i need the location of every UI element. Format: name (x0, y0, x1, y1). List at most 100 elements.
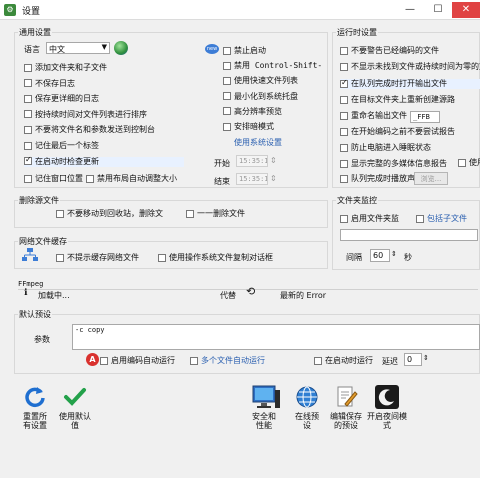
checkbox[interactable] (24, 155, 32, 166)
checkbox[interactable] (186, 209, 194, 218)
general-option[interactable]: 在启动时检查更新 (24, 155, 184, 167)
include-subfolders-option[interactable]: 包括子文件 (416, 214, 467, 224)
autorun-a-icon: A (86, 353, 99, 366)
default-preset-title: 默认预设 (18, 309, 52, 320)
checkbox[interactable] (458, 158, 466, 167)
runtime-option[interactable]: 不显示未找到文件或持续时间为零的文 (340, 62, 480, 72)
network-cache-title: 网络文件缓存 (18, 236, 68, 247)
delete-one-by-one-option[interactable]: 一一删除文件 (186, 209, 245, 219)
maximize-button[interactable]: ☐ (424, 2, 452, 18)
rename-suffix-input[interactable]: _FFB (410, 111, 440, 123)
general-right-option[interactable]: 使用快速文件列表 (223, 76, 323, 86)
end-time-input[interactable]: 15:35:1 (236, 173, 268, 185)
button-label: 安全和 性能 (252, 412, 276, 430)
checkbox[interactable] (340, 174, 348, 183)
checkbox[interactable] (340, 95, 348, 104)
checkbox[interactable] (100, 356, 108, 365)
general-right-option[interactable]: 禁用 Control-Shift-P (223, 61, 323, 71)
language-select[interactable]: 中文 ▼ (46, 42, 110, 54)
no-cache-prompt-option[interactable]: 不提示缓存网络文件 (56, 253, 139, 263)
use-default-button[interactable]: 使用默认 值 (56, 384, 94, 430)
general-right-option[interactable]: 最小化到系统托盘 (223, 92, 323, 102)
checkbox[interactable] (223, 46, 231, 55)
general-right-option[interactable]: 禁止启动 (223, 46, 323, 56)
runtime-option[interactable]: 显示完整的多媒体信息报告 (340, 159, 456, 169)
checkbox[interactable] (24, 141, 32, 150)
close-button[interactable]: ✕ (452, 2, 480, 18)
interval-label: 间隔 (346, 253, 362, 262)
params-textarea[interactable]: -c copy (72, 324, 480, 350)
disable-auto-layout-option[interactable]: 禁用布局自动调整大小 (86, 174, 177, 184)
checkbox[interactable] (223, 61, 231, 70)
os-copy-dialog-option[interactable]: 使用操作系统文件复制对话框 (158, 253, 273, 263)
checkbox[interactable] (340, 62, 348, 71)
checkbox[interactable] (340, 143, 348, 152)
general-option[interactable]: 保存更详细的日志 (24, 94, 99, 104)
system-settings-link[interactable]: 使用系统设置 (234, 137, 282, 148)
checkbox[interactable] (24, 174, 32, 183)
runtime-option[interactable]: 在队列完成时打开输出文件 (340, 79, 480, 89)
checkbox[interactable] (314, 356, 322, 365)
edit-saved-presets-button[interactable]: 编辑保存 的预设 (326, 384, 366, 430)
checkbox[interactable] (340, 111, 348, 120)
checkbox[interactable] (223, 76, 231, 85)
checkbox[interactable] (340, 214, 348, 223)
reset-button[interactable]: 重置所 有设置 (18, 384, 52, 430)
checkbox[interactable] (416, 214, 424, 223)
checkbox[interactable] (223, 92, 231, 101)
checkbox[interactable] (190, 356, 198, 365)
browse-button[interactable]: 浏览... (414, 172, 448, 185)
checkbox[interactable] (223, 122, 231, 131)
runtime-option[interactable]: 在开始编码之前不要尝试报告 (340, 127, 480, 137)
remember-window-pos-option[interactable]: 记住窗口位置 (24, 174, 83, 184)
checkbox[interactable] (340, 46, 348, 55)
general-right-option[interactable]: 安排暗模式 (223, 122, 323, 132)
start-time-input[interactable]: 15:35:1 (236, 155, 268, 167)
checkbox[interactable] (24, 110, 32, 119)
general-option[interactable]: 按持续时间对文件列表进行排序 (24, 110, 147, 120)
general-option[interactable]: 记住最后一个标签 (24, 141, 99, 151)
runtime-option[interactable]: 不要警告已经编码的文件 (340, 46, 480, 56)
delete-no-recycle-option[interactable]: 不要移动到回收站，删除文 (56, 209, 163, 219)
monitor-folder-input[interactable] (340, 229, 478, 241)
checkbox[interactable] (340, 79, 348, 88)
dark-mode-button[interactable]: 开启夜间模 式 (366, 384, 408, 430)
delay-label: 延迟 (382, 357, 398, 366)
online-presets-button[interactable]: 在线预 设 (290, 384, 324, 430)
minimize-button[interactable]: — (396, 2, 424, 18)
delay-spinner-icon[interactable]: ⇕ (423, 354, 429, 362)
enable-folder-monitor-option[interactable]: 启用文件夹监 (340, 214, 399, 224)
multi-file-autorun-option[interactable]: 多个文件自动运行 (190, 356, 265, 366)
interval-input[interactable]: 60 (370, 249, 390, 262)
general-option[interactable]: 不要将文件名和参数发送到控制台 (24, 125, 155, 135)
checkbox[interactable] (24, 125, 32, 134)
runtime-option[interactable]: 在目标文件夹上重新创建源路 (340, 95, 480, 105)
checkbox[interactable] (24, 94, 32, 103)
interval-spinner-icon[interactable]: ⇕ (391, 250, 397, 258)
checkbox[interactable] (56, 253, 64, 262)
checkbox[interactable] (24, 79, 32, 88)
general-option[interactable]: 不保存日志 (24, 79, 75, 89)
replace-icon[interactable]: ⟲ (246, 286, 258, 298)
delay-input[interactable]: 0 (404, 353, 422, 366)
general-option[interactable]: 添加文件夹和子文件 (24, 63, 107, 73)
checkbox[interactable] (56, 209, 64, 218)
checkbox[interactable] (223, 107, 231, 116)
run-on-start-option[interactable]: 在启动时运行 (314, 356, 373, 366)
use-option[interactable]: 使用 (458, 158, 480, 168)
checkbox[interactable] (158, 253, 166, 262)
checkbox[interactable] (24, 63, 32, 72)
ffmpeg-replace-label: 代替 (220, 291, 236, 300)
runtime-option[interactable]: 队列完成时播放声音 (340, 174, 480, 184)
checkbox[interactable] (340, 159, 348, 168)
checkbox[interactable] (86, 174, 94, 183)
globe-icon[interactable] (114, 41, 128, 55)
security-performance-button[interactable]: 安全和 性能 (244, 384, 284, 430)
general-right-option[interactable]: 高分辨率预览 (223, 107, 323, 117)
start-time-spinner-icon[interactable]: ⇕ (270, 156, 277, 165)
end-time-spinner-icon[interactable]: ⇕ (270, 174, 277, 183)
runtime-option[interactable]: 防止电脑进入睡眠状态 (340, 143, 480, 153)
checkbox[interactable] (340, 127, 348, 136)
enable-encode-autorun-option[interactable]: 启用编码自动运行 (100, 356, 175, 366)
ffmpeg-loading-text: 加载中... (38, 291, 70, 300)
